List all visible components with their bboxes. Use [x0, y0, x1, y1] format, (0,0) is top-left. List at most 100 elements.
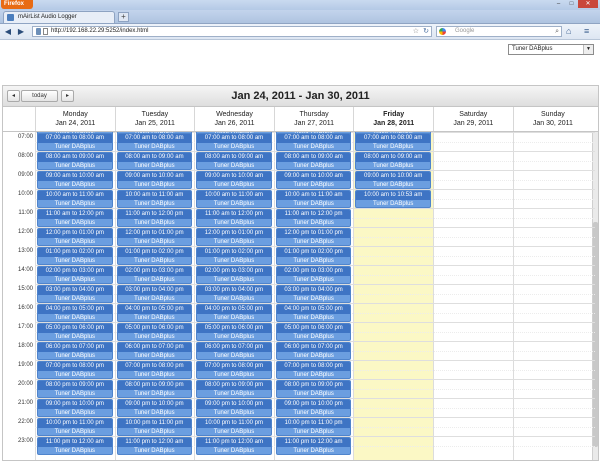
- calendar-event[interactable]: 01:00 pm to 02:00 pm Tuner DABplus: [196, 247, 272, 265]
- calendar-event[interactable]: 11:00 am to 12:00 pm Tuner DABplus: [37, 209, 113, 227]
- calendar-event[interactable]: 02:00 pm to 03:00 pm Tuner DABplus: [116, 266, 193, 284]
- calendar-event[interactable]: 10:00 am to 11:00 am Tuner DABplus: [196, 190, 272, 208]
- bookmark-star-icon[interactable]: ☆: [413, 27, 419, 36]
- calendar-event[interactable]: 05:00 pm to 06:00 pm Tuner DABplus: [37, 323, 113, 341]
- event-source: Tuner DABplus: [213, 315, 255, 321]
- calendar-event[interactable]: 10:00 am to 11:00 am Tuner DABplus: [116, 190, 193, 208]
- calendar-event[interactable]: 08:00 am to 09:00 am Tuner DABplus: [355, 152, 431, 170]
- calendar-event[interactable]: 12:00 pm to 01:00 pm Tuner DABplus: [275, 228, 352, 246]
- calendar-event[interactable]: 08:00 pm to 09:00 pm Tuner DABplus: [37, 380, 113, 398]
- calendar-event[interactable]: 07:00 pm to 08:00 pm Tuner DABplus: [275, 361, 352, 379]
- calendar-event[interactable]: 08:00 am to 09:00 am Tuner DABplus: [116, 152, 193, 170]
- event-time: 10:00 pm to 11:00 pm: [276, 419, 351, 428]
- minimize-icon[interactable]: –: [552, 0, 565, 8]
- calendar-event[interactable]: 12:00 pm to 01:00 pm Tuner DABplus: [37, 228, 113, 246]
- calendar-event[interactable]: 10:00 am to 11:00 am Tuner DABplus: [275, 190, 352, 208]
- calendar-event[interactable]: 04:00 pm to 05:00 pm Tuner DABplus: [275, 304, 352, 322]
- browser-tab[interactable]: mAirList Audio Logger: [3, 11, 115, 23]
- calendar-event[interactable]: 09:00 am to 10:00 am Tuner DABplus: [275, 171, 352, 189]
- calendar-event[interactable]: 12:00 pm to 01:00 pm Tuner DABplus: [116, 228, 193, 246]
- calendar-event[interactable]: 04:00 pm to 05:00 pm Tuner DABplus: [116, 304, 193, 322]
- calendar-event[interactable]: 01:00 pm to 02:00 pm Tuner DABplus: [37, 247, 113, 265]
- event-time: 09:00 am to 10:00 am: [197, 172, 271, 181]
- day-column-saturday[interactable]: [433, 132, 513, 460]
- calendar-event[interactable]: 03:00 pm to 04:00 pm Tuner DABplus: [275, 285, 352, 303]
- calendar-event[interactable]: 11:00 pm to 12:00 am Tuner DABplus: [37, 437, 113, 455]
- calendar-event[interactable]: 02:00 pm to 03:00 pm Tuner DABplus: [275, 266, 352, 284]
- calendar-event[interactable]: 11:00 am to 12:00 pm Tuner DABplus: [275, 209, 352, 227]
- calendar-event[interactable]: 10:00 pm to 11:00 pm Tuner DABplus: [275, 418, 352, 436]
- calendar-event[interactable]: 06:00 pm to 07:00 pm Tuner DABplus: [116, 342, 193, 360]
- calendar-event[interactable]: 03:00 pm to 04:00 pm Tuner DABplus: [196, 285, 272, 303]
- calendar-event[interactable]: 03:00 pm to 04:00 pm Tuner DABplus: [116, 285, 193, 303]
- calendar-event[interactable]: 10:00 pm to 11:00 pm Tuner DABplus: [196, 418, 272, 436]
- site-identity-icon[interactable]: [36, 28, 41, 35]
- close-icon[interactable]: ✕: [578, 0, 598, 8]
- calendar-event[interactable]: 08:00 pm to 09:00 pm Tuner DABplus: [196, 380, 272, 398]
- calendar-event[interactable]: 11:00 pm to 12:00 am Tuner DABplus: [116, 437, 193, 455]
- calendar-event[interactable]: 03:00 pm to 04:00 pm Tuner DABplus: [37, 285, 113, 303]
- calendar-event[interactable]: 05:00 pm to 06:00 pm Tuner DABplus: [116, 323, 193, 341]
- reload-icon[interactable]: ↻: [423, 27, 429, 36]
- calendar-event[interactable]: 10:00 am to 10:53 am Tuner DABplus: [355, 190, 431, 208]
- calendar-event[interactable]: 11:00 pm to 12:00 am Tuner DABplus: [196, 437, 272, 455]
- calendar-event[interactable]: 07:00 pm to 08:00 pm Tuner DABplus: [196, 361, 272, 379]
- calendar-event[interactable]: 07:00 am to 08:00 am Tuner DABplus: [37, 133, 113, 151]
- calendar-event[interactable]: 10:00 am to 11:00 am Tuner DABplus: [37, 190, 113, 208]
- calendar-event[interactable]: 05:00 pm to 06:00 pm Tuner DABplus: [275, 323, 352, 341]
- calendar-event[interactable]: 02:00 pm to 03:00 pm Tuner DABplus: [37, 266, 113, 284]
- calendar-event[interactable]: 09:00 pm to 10:00 pm Tuner DABplus: [275, 399, 352, 417]
- calendar-event[interactable]: 09:00 pm to 10:00 pm Tuner DABplus: [116, 399, 193, 417]
- forward-icon[interactable]: ▶: [16, 26, 26, 37]
- calendar-event[interactable]: 09:00 pm to 10:00 pm Tuner DABplus: [196, 399, 272, 417]
- search-icon[interactable]: ⌕: [555, 27, 559, 36]
- calendar-event[interactable]: 08:00 pm to 09:00 pm Tuner DABplus: [116, 380, 193, 398]
- calendar-event[interactable]: 11:00 pm to 12:00 am Tuner DABplus: [275, 437, 352, 455]
- firefox-menu-button[interactable]: Firefox: [1, 0, 33, 9]
- menu-icon[interactable]: ≡: [584, 26, 589, 37]
- calendar-event[interactable]: 07:00 am to 08:00 am Tuner DABplus: [275, 133, 352, 151]
- calendar-event[interactable]: 08:00 am to 09:00 am Tuner DABplus: [275, 152, 352, 170]
- hour-label: 11:00: [18, 210, 33, 216]
- calendar-event[interactable]: 01:00 pm to 02:00 pm Tuner DABplus: [275, 247, 352, 265]
- calendar-event[interactable]: 09:00 am to 10:00 am Tuner DABplus: [196, 171, 272, 189]
- address-bar[interactable]: http://192.168.22.29:5252/index.html ☆ ↻: [32, 26, 432, 37]
- event-time: 10:00 pm to 11:00 pm: [197, 419, 271, 428]
- calendar-event[interactable]: 07:00 am to 08:00 am Tuner DABplus: [196, 133, 272, 151]
- calendar-event[interactable]: 07:00 pm to 08:00 pm Tuner DABplus: [116, 361, 193, 379]
- search-input[interactable]: Google ⌕: [436, 26, 562, 37]
- calendar-event[interactable]: 08:00 pm to 09:00 pm Tuner DABplus: [275, 380, 352, 398]
- calendar-event[interactable]: 07:00 am to 08:00 am Tuner DABplus: [116, 133, 193, 151]
- day-column-sunday[interactable]: [512, 132, 593, 460]
- calendar-event[interactable]: 10:00 pm to 11:00 pm Tuner DABplus: [116, 418, 193, 436]
- home-icon[interactable]: ⌂: [566, 26, 571, 37]
- calendar-event[interactable]: 06:00 pm to 07:00 pm Tuner DABplus: [37, 342, 113, 360]
- event-source: Tuner DABplus: [134, 144, 175, 150]
- calendar-event[interactable]: 10:00 pm to 11:00 pm Tuner DABplus: [37, 418, 113, 436]
- calendar-event[interactable]: 07:00 pm to 08:00 pm Tuner DABplus: [37, 361, 113, 379]
- event-time: 11:00 pm to 12:00 am: [276, 438, 351, 447]
- calendar-event[interactable]: 06:00 pm to 07:00 pm Tuner DABplus: [275, 342, 352, 360]
- new-tab-button[interactable]: +: [118, 12, 129, 22]
- tuner-select[interactable]: Tuner DABplus ▼: [508, 44, 594, 55]
- calendar-event[interactable]: 09:00 am to 10:00 am Tuner DABplus: [37, 171, 113, 189]
- event-source: Tuner DABplus: [54, 220, 96, 226]
- calendar-event[interactable]: 06:00 pm to 07:00 pm Tuner DABplus: [196, 342, 272, 360]
- calendar-event[interactable]: 05:00 pm to 06:00 pm Tuner DABplus: [196, 323, 272, 341]
- calendar-event[interactable]: 08:00 am to 09:00 am Tuner DABplus: [37, 152, 113, 170]
- calendar-event[interactable]: 04:00 pm to 05:00 pm Tuner DABplus: [37, 304, 113, 322]
- calendar-event[interactable]: 01:00 pm to 02:00 pm Tuner DABplus: [116, 247, 193, 265]
- calendar-event[interactable]: 04:00 pm to 05:00 pm Tuner DABplus: [196, 304, 272, 322]
- calendar-event[interactable]: 11:00 am to 12:00 pm Tuner DABplus: [196, 209, 272, 227]
- maximize-icon[interactable]: □: [565, 0, 578, 8]
- calendar-event[interactable]: 09:00 pm to 10:00 pm Tuner DABplus: [37, 399, 113, 417]
- back-icon[interactable]: ◀: [3, 26, 13, 37]
- calendar-event[interactable]: 07:00 am to 08:00 am Tuner DABplus: [355, 133, 431, 151]
- calendar-event[interactable]: 12:00 pm to 01:00 pm Tuner DABplus: [196, 228, 272, 246]
- calendar-event[interactable]: 09:00 am to 10:00 am Tuner DABplus: [355, 171, 431, 189]
- scrollbar[interactable]: [592, 132, 598, 460]
- calendar-event[interactable]: 08:00 am to 09:00 am Tuner DABplus: [196, 152, 272, 170]
- calendar-event[interactable]: 11:00 am to 12:00 pm Tuner DABplus: [116, 209, 193, 227]
- calendar-event[interactable]: 09:00 am to 10:00 am Tuner DABplus: [116, 171, 193, 189]
- calendar-event[interactable]: 02:00 pm to 03:00 pm Tuner DABplus: [196, 266, 272, 284]
